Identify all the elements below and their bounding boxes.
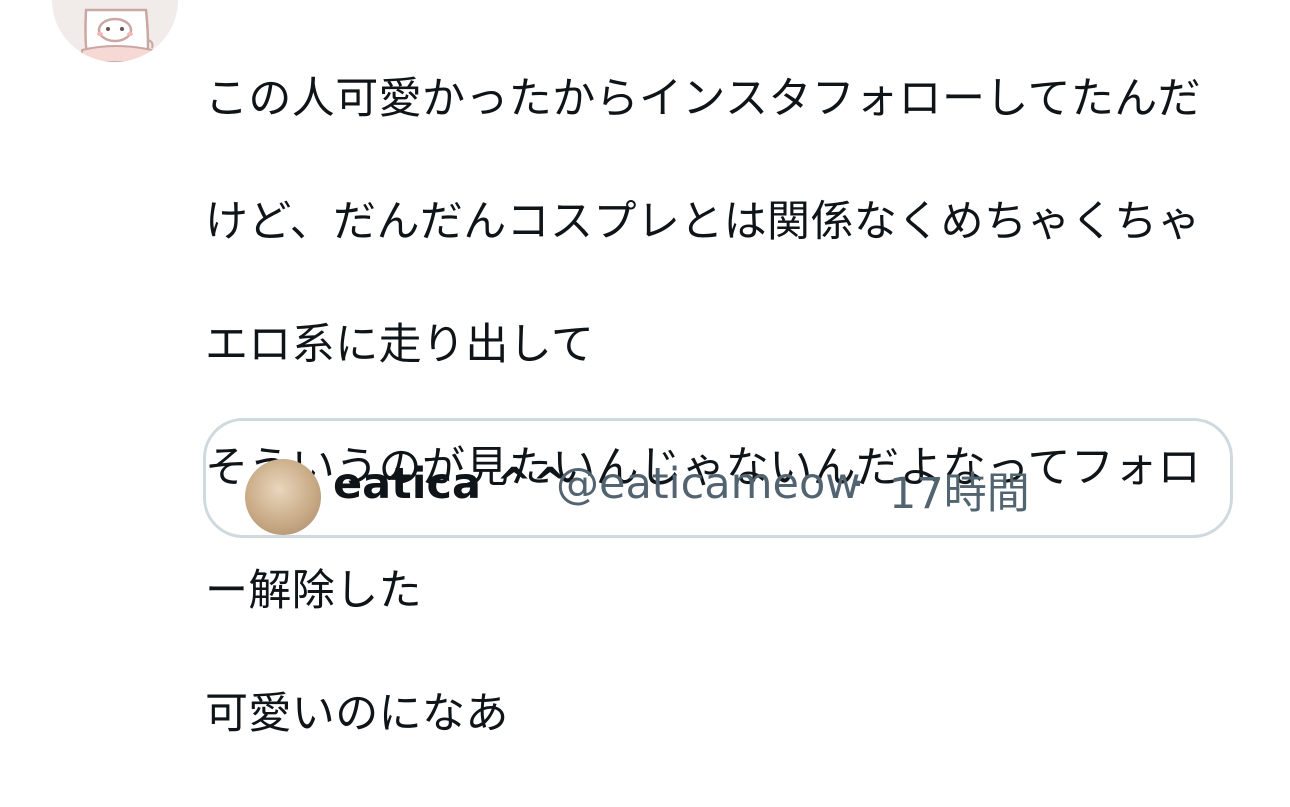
quoted-tweet-timestamp[interactable]: 17時間: [889, 459, 1030, 521]
author-avatar[interactable]: [52, 0, 178, 62]
tweet-text-line: けど、だんだんコスプレとは関係なくめちゃくちゃ: [205, 196, 1202, 247]
tweet-text-line: 可愛いのになあ: [205, 688, 509, 739]
quoted-author-avatar[interactable]: [245, 459, 321, 535]
quoted-tweet-card[interactable]: eatica ^^ @eaticameow · 17時間: [203, 418, 1233, 538]
tweet-text-line: ー解除した: [205, 565, 422, 616]
tweet-text: この人可愛かったからインスタフォローしてたんだ けど、だんだんコスプレとは関係な…: [205, 7, 1245, 807]
quoted-author-handle[interactable]: @eaticameow: [556, 459, 860, 509]
character-avatar-icon: [52, 0, 178, 62]
quoted-author-name[interactable]: eatica ^^: [333, 459, 568, 509]
tweet-text-line: エロ系に走り出して: [205, 319, 595, 370]
separator-dot: ·: [851, 459, 865, 509]
tweet-text-line: この人可愛かったからインスタフォローしてたんだ: [205, 73, 1202, 124]
